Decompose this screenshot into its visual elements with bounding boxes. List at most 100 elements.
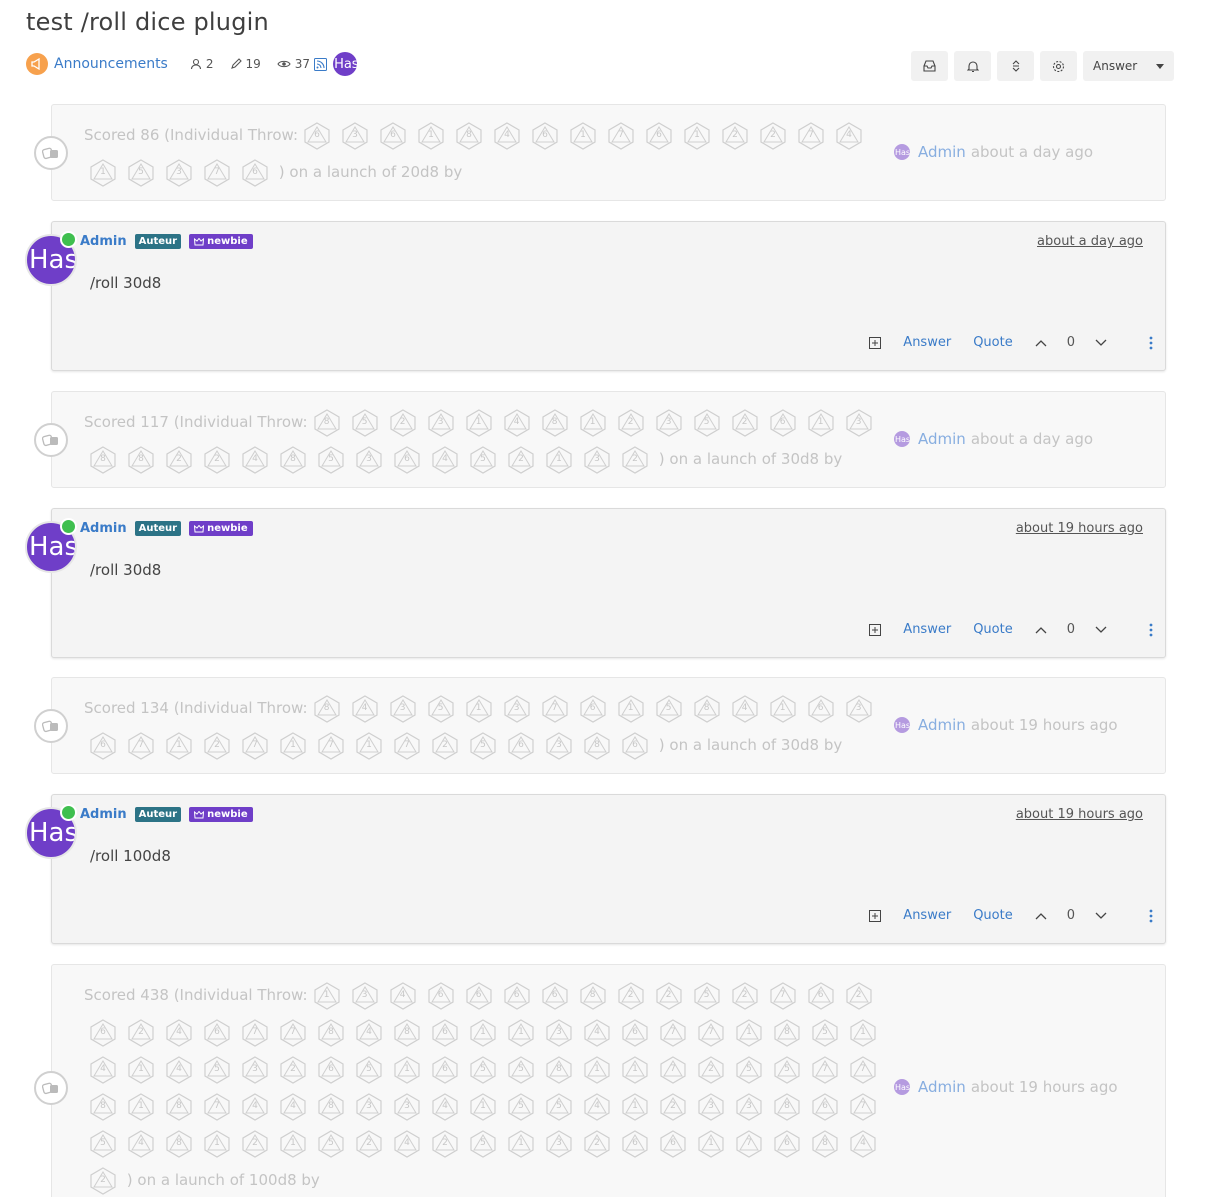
d8-die: 7	[240, 731, 270, 761]
d8-die: 8	[164, 1092, 194, 1122]
author-link[interactable]: Admin	[80, 521, 127, 536]
d8-die: 7	[278, 1018, 308, 1048]
pencil-icon	[230, 58, 242, 69]
author-link[interactable]: Admin	[918, 1078, 966, 1096]
post-header: Admin Auteur newbie	[80, 521, 253, 536]
dice-icon	[34, 136, 68, 170]
d8-die: 6	[502, 981, 532, 1011]
settings-button[interactable]	[1040, 51, 1077, 81]
d8-die: 4	[164, 1018, 194, 1048]
d8-die: 6	[772, 1129, 802, 1159]
answer-dropdown[interactable]: Answer	[1083, 51, 1174, 81]
downvote-icon[interactable]	[1095, 339, 1107, 347]
author-badge: Auteur	[134, 521, 182, 536]
d8-die: 2	[730, 408, 760, 438]
d8-die: 6	[768, 408, 798, 438]
d8-die: 1	[468, 1018, 498, 1048]
author-link[interactable]: Admin	[918, 716, 966, 734]
quote-button[interactable]: Quote	[973, 622, 1013, 637]
d8-die: 5	[506, 1055, 536, 1085]
d8-die: 5	[810, 1018, 840, 1048]
d8-die: 2	[506, 445, 536, 475]
avatar[interactable]: Has	[894, 1079, 910, 1095]
d8-die: 2	[126, 1018, 156, 1048]
inbox-button[interactable]	[911, 51, 948, 81]
avatar[interactable]: Has	[333, 52, 358, 76]
post-header: Admin Auteur newbie	[80, 234, 253, 249]
d8-die: 3	[354, 445, 384, 475]
quote-button[interactable]: Quote	[973, 908, 1013, 923]
d8-die: 6	[644, 121, 674, 151]
d8-die: 1	[734, 1018, 764, 1048]
bell-icon	[966, 60, 979, 72]
author-link[interactable]: Admin	[918, 143, 966, 161]
category-link[interactable]: Announcements	[54, 56, 168, 72]
quote-button[interactable]: Quote	[973, 335, 1013, 350]
d8-die: 2	[354, 1129, 384, 1159]
author-link[interactable]: Admin	[918, 430, 966, 448]
d8-die: 6	[540, 981, 570, 1011]
answer-button[interactable]: Answer	[903, 622, 951, 637]
answer-button[interactable]: Answer	[903, 335, 951, 350]
d8-die: 8	[126, 445, 156, 475]
post-timestamp[interactable]: about 19 hours ago	[1016, 807, 1143, 822]
notifications-button[interactable]	[954, 51, 991, 81]
avatar[interactable]: Has	[894, 717, 910, 733]
post-timestamp[interactable]: about 19 hours ago	[1016, 521, 1143, 536]
d8-die: 8	[312, 408, 342, 438]
d8-die: 6	[302, 121, 332, 151]
expand-icon[interactable]	[869, 336, 882, 349]
post-timestamp[interactable]: about a day ago	[1037, 234, 1143, 249]
d8-die: 5	[544, 1092, 574, 1122]
event-text: Scored 438 (Individual Throw: 1 3 4 6 6 6 6 8 2 2 5…	[84, 977, 884, 1197]
post-actions: Answer Quote 0	[869, 622, 1153, 637]
upvote-icon[interactable]	[1035, 339, 1047, 347]
d8-die: 6	[240, 158, 270, 188]
d8-die: 6	[658, 1129, 688, 1159]
post-actions: Answer Quote 0	[869, 335, 1153, 350]
author-link[interactable]: Admin	[80, 807, 127, 822]
sort-button[interactable]	[997, 51, 1034, 81]
avatar[interactable]: Has	[894, 431, 910, 447]
d8-die: 2	[240, 1129, 270, 1159]
d8-die: 7	[240, 1018, 270, 1048]
crown-icon	[194, 237, 205, 245]
expand-icon[interactable]	[869, 623, 882, 636]
d8-die: 3	[426, 408, 456, 438]
d8-die: 6	[392, 445, 422, 475]
event-time[interactable]: about 19 hours ago	[971, 716, 1118, 734]
d8-die: 2	[844, 981, 874, 1011]
post-content: /roll 30d8	[90, 561, 162, 579]
d8-die: 4	[834, 121, 864, 151]
expand-icon[interactable]	[869, 909, 882, 922]
more-options-icon[interactable]	[1149, 336, 1153, 350]
dice-event: Scored 438 (Individual Throw: 1 3 4 6 6 6 6 8 2 2 5…	[34, 964, 1166, 1197]
d8-die: 3	[544, 1129, 574, 1159]
d8-die: 7	[810, 1055, 840, 1085]
d8-die: 8	[278, 445, 308, 475]
author-link[interactable]: Admin	[80, 234, 127, 249]
event-time[interactable]: about 19 hours ago	[971, 1078, 1118, 1096]
avatar[interactable]: Has	[894, 144, 910, 160]
more-options-icon[interactable]	[1149, 623, 1153, 637]
d8-die: 2	[616, 408, 646, 438]
event-time[interactable]: about a day ago	[971, 430, 1093, 448]
downvote-icon[interactable]	[1095, 912, 1107, 920]
rss-icon[interactable]	[314, 57, 328, 71]
answer-button[interactable]: Answer	[903, 908, 951, 923]
more-options-icon[interactable]	[1149, 909, 1153, 923]
d8-die: 6	[430, 1055, 460, 1085]
posters-count: 2	[190, 57, 214, 71]
d8-die: 5	[506, 1092, 536, 1122]
d8-die: 7	[126, 731, 156, 761]
upvote-icon[interactable]	[1035, 912, 1047, 920]
d8-die: 6	[530, 121, 560, 151]
upvote-icon[interactable]	[1035, 626, 1047, 634]
topic-toolbar: Answer	[911, 51, 1174, 81]
event-time[interactable]: about a day ago	[971, 143, 1093, 161]
post: Has Admin Auteur newbie about 19 hours a…	[25, 508, 1166, 658]
d8-die: 1	[848, 1018, 878, 1048]
d8-die: 3	[844, 694, 874, 724]
d8-die: 8	[316, 1092, 346, 1122]
downvote-icon[interactable]	[1095, 626, 1107, 634]
